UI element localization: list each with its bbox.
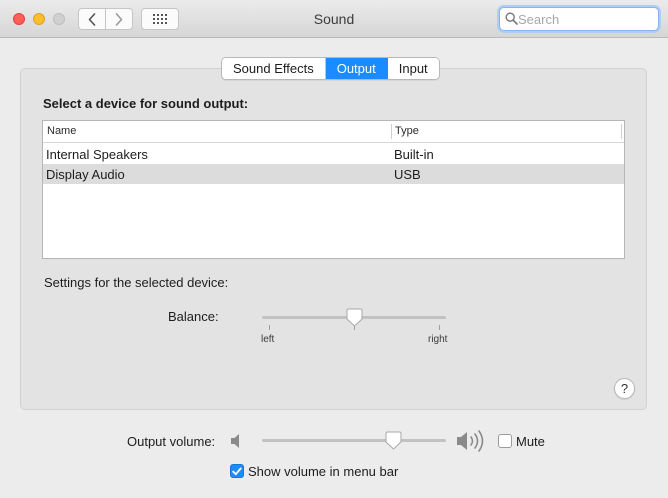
forward-button[interactable]: [105, 8, 133, 30]
device-name: Internal Speakers: [46, 147, 148, 162]
balance-tick: [269, 325, 270, 330]
help-button[interactable]: ?: [614, 378, 635, 399]
output-volume-slider[interactable]: [262, 439, 446, 442]
output-volume-label: Output volume:: [127, 434, 216, 449]
show-volume-in-menu-bar-label[interactable]: Show volume in menu bar: [248, 464, 398, 479]
search-icon: [505, 12, 518, 25]
device-name: Display Audio: [46, 167, 125, 182]
speaker-high-icon: [457, 430, 484, 452]
balance-label: Balance:: [168, 309, 219, 324]
tab-sound-effects[interactable]: Sound Effects: [222, 58, 326, 79]
table-row[interactable]: Display Audio USB: [43, 164, 624, 184]
title-bar: Sound: [0, 0, 668, 38]
chevron-left-icon: [88, 12, 96, 26]
mute-label[interactable]: Mute: [516, 434, 545, 449]
column-divider[interactable]: [391, 124, 392, 139]
grid-icon: [153, 14, 167, 24]
checkmark-icon: [232, 467, 242, 475]
show-all-preferences-button[interactable]: [141, 8, 179, 30]
output-device-table[interactable]: Name Type Internal Speakers Built-in Dis…: [42, 120, 625, 259]
window-title: Sound: [313, 11, 355, 27]
minimize-window-button[interactable]: [33, 13, 45, 25]
zoom-window-button: [53, 13, 65, 25]
output-volume-slider-knob[interactable]: [385, 431, 402, 450]
column-divider[interactable]: [621, 124, 622, 139]
device-type: USB: [394, 167, 421, 182]
balance-left-label: left: [261, 334, 275, 345]
tab-output[interactable]: Output: [325, 58, 388, 79]
device-settings-label: Settings for the selected device:: [44, 275, 229, 290]
segmented-tabs: Sound Effects Output Input: [221, 57, 440, 80]
speaker-low-icon: [231, 434, 239, 448]
search-field[interactable]: [499, 7, 659, 31]
search-input[interactable]: [518, 10, 654, 28]
balance-right-label: right: [428, 334, 448, 345]
column-header-name[interactable]: Name: [47, 125, 76, 137]
table-header: Name Type: [43, 121, 624, 143]
close-window-button[interactable]: [13, 13, 25, 25]
back-button[interactable]: [78, 8, 106, 30]
mute-checkbox[interactable]: [498, 434, 512, 448]
balance-tick: [439, 325, 440, 330]
sound-preferences-window: Sound Sound Effects Output Input Select …: [0, 0, 668, 498]
chevron-right-icon: [115, 12, 123, 26]
column-header-type[interactable]: Type: [395, 125, 419, 137]
table-row[interactable]: Internal Speakers Built-in: [43, 144, 624, 164]
tab-input[interactable]: Input: [387, 58, 439, 79]
show-volume-in-menu-bar-checkbox[interactable]: [230, 464, 244, 478]
device-type: Built-in: [394, 147, 434, 162]
balance-slider-knob[interactable]: [346, 308, 363, 327]
device-list-heading: Select a device for sound output:: [43, 96, 249, 111]
